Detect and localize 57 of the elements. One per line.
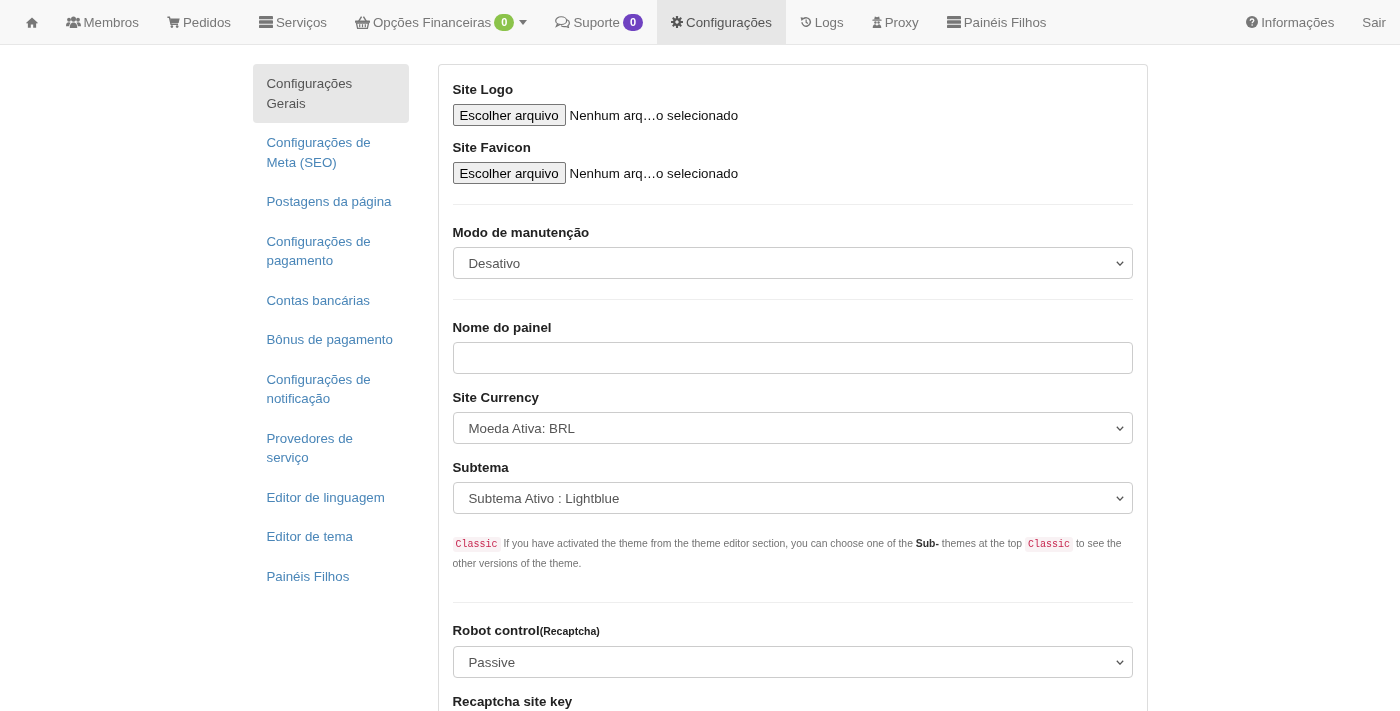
sidebar-item[interactable]: Postagens da página [252, 182, 409, 222]
count-badge: 0 [494, 13, 515, 31]
select-field[interactable]: Desativo [452, 247, 1133, 279]
input-field[interactable] [452, 342, 1133, 374]
select-field[interactable]: Subtema Ativo : Lightblue [452, 482, 1133, 514]
field-label: Subtema [452, 459, 510, 477]
history-icon [799, 16, 812, 28]
question-circle-icon [1246, 16, 1259, 28]
nav-link[interactable]: Configurações [657, 0, 786, 44]
field-label: Modo de manutenção [452, 224, 591, 242]
choose-file-button[interactable]: Escolher arquivo [452, 162, 566, 184]
gear-icon [671, 16, 684, 28]
nav-link[interactable]: Pedidos [152, 0, 245, 44]
field-label: Site Currency [452, 389, 540, 407]
sidebar-item[interactable]: Configurações Gerais [252, 64, 409, 123]
basket-icon [355, 15, 370, 29]
chevron-icon [1115, 495, 1124, 501]
field-label: Site Favicon [452, 139, 532, 157]
chevron-icon [1115, 659, 1124, 665]
select-field[interactable]: Moeda Ativa: BRL [452, 412, 1133, 444]
file-status-text: Nenhum arq…o selecionado [569, 107, 739, 123]
nav-link[interactable]: Opções Financeiras 0 [341, 0, 542, 44]
nav-link[interactable]: Proxy [857, 0, 933, 44]
count-badge: 0 [622, 13, 644, 31]
sidebar-item[interactable]: Contas bancárias [252, 280, 409, 320]
sidebar-item[interactable]: Bônus de pagamento [252, 320, 409, 360]
sidebar-item[interactable]: Configurações de notificação [252, 359, 409, 419]
help-text: Classic If you have activated the theme from the theme editor section, you can choose one of the Sub- themes at the top Classic to see the other versions of the theme. [452, 536, 1123, 571]
server-icon [259, 16, 273, 28]
field-label: Nome do painel [452, 319, 553, 337]
nav-link[interactable]: Logs [785, 0, 858, 44]
nav-link[interactable]: Serviços [245, 0, 341, 44]
field-label: Robot control(Recaptcha) [452, 622, 601, 640]
nav-link[interactable]: Informações [1232, 0, 1349, 44]
sidebar-item[interactable]: Provedores de serviço [252, 418, 409, 478]
file-status-text: Nenhum arq…o selecionado [569, 165, 739, 181]
sidebar-item[interactable]: Editor de linguagem [252, 477, 409, 517]
field-label: Recaptcha site key [452, 693, 574, 711]
choose-file-button[interactable]: Escolher arquivo [452, 104, 566, 126]
cart-icon [166, 16, 180, 28]
nav-link[interactable]: Membros [51, 0, 153, 44]
chat-bubbles-icon [555, 16, 571, 28]
sidebar-item[interactable]: Painéis Filhos [252, 556, 409, 596]
chevron-icon [1115, 425, 1124, 431]
nav-link[interactable]: Painéis Filhos [932, 0, 1061, 44]
sidebar-item[interactable]: Configurações de Meta (SEO) [252, 123, 409, 182]
hat-person-icon [871, 16, 882, 28]
field-label: Site Logo [452, 81, 515, 99]
select-field[interactable]: Passive [452, 646, 1133, 678]
nav-link[interactable]: Suporte 0 [541, 0, 658, 44]
home-icon [25, 16, 38, 28]
sidebar-item[interactable]: Editor de tema [252, 517, 409, 557]
sidebar-item[interactable]: Configurações de pagamento [252, 221, 409, 281]
server-icon [946, 16, 961, 28]
chevron-icon [1115, 260, 1124, 266]
nav-link[interactable]: Sair [1348, 0, 1400, 44]
users-icon [65, 16, 81, 28]
